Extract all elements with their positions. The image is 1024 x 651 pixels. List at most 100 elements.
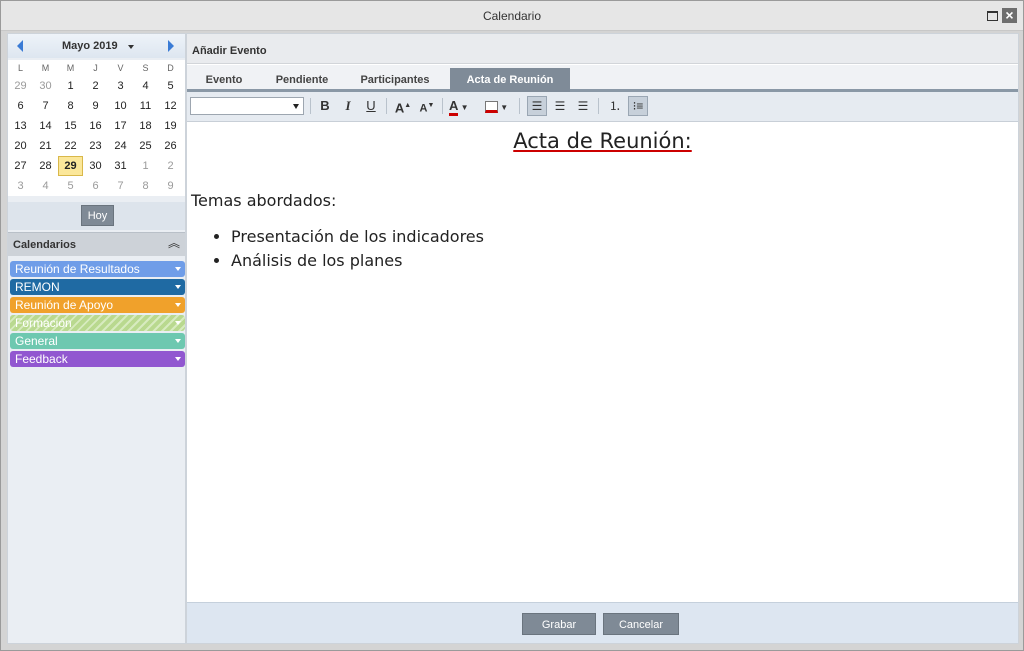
calendar-item-label: Reunión de Apoyo (15, 298, 114, 312)
week-row: 6 7 8 9 10 11 12 (8, 96, 185, 116)
day-cell[interactable]: 12 (158, 96, 183, 116)
shrink-font-icon: A (419, 102, 428, 115)
day-cell[interactable]: 8 (58, 96, 83, 116)
day-cell[interactable]: 13 (8, 116, 33, 136)
shrink-font-button[interactable]: A▼ (417, 96, 437, 116)
day-cell[interactable]: 6 (8, 96, 33, 116)
chevron-down-icon[interactable] (175, 303, 181, 307)
align-right-icon: ☰ (577, 99, 589, 113)
day-cell[interactable]: 8 (133, 176, 158, 196)
calendar-item[interactable]: Reunión de Resultados (10, 261, 185, 277)
tab-pendiente[interactable]: Pendiente (265, 70, 339, 92)
day-cell[interactable]: 27 (8, 156, 33, 176)
collapse-icon[interactable]: ︽ (168, 237, 180, 249)
prev-month-icon[interactable] (17, 40, 23, 52)
close-icon[interactable]: × (1002, 8, 1017, 23)
weekday-label: M (41, 63, 50, 73)
chevron-down-icon[interactable] (175, 267, 181, 271)
chevron-down-icon[interactable] (175, 357, 181, 361)
unordered-list-button[interactable]: ⁝≡ (628, 96, 648, 116)
document-heading: Acta de Reunión: (187, 129, 1018, 153)
tab-evento[interactable]: Evento (193, 70, 255, 92)
tab-participantes[interactable]: Participantes (350, 70, 440, 92)
calendar-item[interactable]: General (10, 333, 185, 349)
day-cell[interactable]: 28 (33, 156, 58, 176)
day-cell[interactable]: 1 (58, 76, 83, 96)
chevron-down-icon[interactable] (175, 285, 181, 289)
chevron-down-icon[interactable] (175, 321, 181, 325)
bold-button[interactable]: B (315, 96, 335, 116)
day-cell[interactable]: 25 (133, 136, 158, 156)
highlight-icon (485, 100, 498, 113)
ordered-list-button[interactable]: ⒈ (605, 96, 625, 116)
chevron-down-icon: ▼ (498, 103, 509, 112)
day-cell[interactable]: 2 (158, 156, 183, 176)
day-cell[interactable]: 19 (158, 116, 183, 136)
day-cell[interactable]: 9 (158, 176, 183, 196)
day-cell[interactable]: 9 (83, 96, 108, 116)
save-button[interactable]: Grabar (522, 613, 596, 635)
tab-acta-de-reunion[interactable]: Acta de Reunión (450, 68, 570, 92)
next-month-icon[interactable] (168, 40, 174, 52)
day-cell[interactable]: 10 (108, 96, 133, 116)
underline-button[interactable]: U (361, 96, 381, 116)
day-cell[interactable]: 6 (83, 176, 108, 196)
day-cell[interactable]: 5 (158, 76, 183, 96)
today-button[interactable]: Hoy (81, 205, 114, 226)
day-cell[interactable]: 3 (8, 176, 33, 196)
font-color-button[interactable]: A ▼ (449, 96, 477, 116)
chevron-down-icon[interactable] (175, 339, 181, 343)
day-cell[interactable]: 4 (33, 176, 58, 196)
highlight-color-button[interactable]: ▼ (485, 96, 513, 116)
day-cell[interactable]: 7 (33, 96, 58, 116)
font-select[interactable] (190, 97, 304, 115)
day-cell[interactable]: 5 (58, 176, 83, 196)
calendar-item[interactable]: Feedback (10, 351, 185, 367)
list-item: Análisis de los planes (231, 251, 484, 275)
calendar-list: Reunión de Resultados REMON Reunión de Apo… (10, 261, 185, 369)
day-cell[interactable]: 14 (33, 116, 58, 136)
rich-text-editor[interactable]: Acta de Reunión: Temas abordados: Presen… (187, 123, 1018, 602)
day-cell[interactable]: 1 (133, 156, 158, 176)
day-cell[interactable]: 16 (83, 116, 108, 136)
align-right-button[interactable]: ☰ (573, 96, 593, 116)
maximize-icon[interactable] (985, 8, 1000, 23)
day-cell[interactable]: 24 (108, 136, 133, 156)
list-item: Presentación de los indicadores (231, 227, 484, 251)
weekday-label: J (93, 63, 98, 73)
italic-button[interactable]: I (338, 96, 358, 116)
day-cell[interactable]: 2 (83, 76, 108, 96)
month-label[interactable]: Mayo 2019 (62, 40, 118, 52)
cancel-button[interactable]: Cancelar (603, 613, 679, 635)
day-cell[interactable]: 4 (133, 76, 158, 96)
day-cell[interactable]: 18 (133, 116, 158, 136)
day-cell[interactable]: 30 (33, 76, 58, 96)
calendar-item[interactable]: Formación (10, 315, 185, 331)
day-cell[interactable]: 3 (108, 76, 133, 96)
day-cell[interactable]: 17 (108, 116, 133, 136)
event-panel: Añadir Evento Evento Pendiente Participa… (186, 33, 1019, 644)
day-cell[interactable]: 26 (158, 136, 183, 156)
chevron-down-icon: ▼ (458, 103, 469, 112)
calendar-item[interactable]: Reunión de Apoyo (10, 297, 185, 313)
day-cell[interactable]: 21 (33, 136, 58, 156)
day-cell[interactable]: 31 (108, 156, 133, 176)
day-cell[interactable]: 15 (58, 116, 83, 136)
calendar-item[interactable]: REMON (10, 279, 185, 295)
weekday-label: L (17, 63, 23, 73)
day-cell[interactable]: 7 (108, 176, 133, 196)
align-left-button[interactable]: ☰ (527, 96, 547, 116)
day-cell-today[interactable]: 29 (58, 156, 83, 176)
editor-toolbar: B I U A▲ A▼ A ▼ ▼ ☰ ☰ ☰ ⒈ ⁝≡ (187, 92, 1018, 122)
day-cell[interactable]: 30 (83, 156, 108, 176)
day-cell[interactable]: 20 (8, 136, 33, 156)
align-center-button[interactable]: ☰ (550, 96, 570, 116)
month-dropdown-icon[interactable] (128, 45, 134, 49)
day-cell[interactable]: 23 (83, 136, 108, 156)
align-left-icon: ☰ (531, 99, 543, 113)
day-cell[interactable]: 29 (8, 76, 33, 96)
grow-font-button[interactable]: A▲ (393, 96, 413, 116)
day-cell[interactable]: 11 (133, 96, 158, 116)
calendar-item-label: Formación (15, 316, 72, 330)
day-cell[interactable]: 22 (58, 136, 83, 156)
